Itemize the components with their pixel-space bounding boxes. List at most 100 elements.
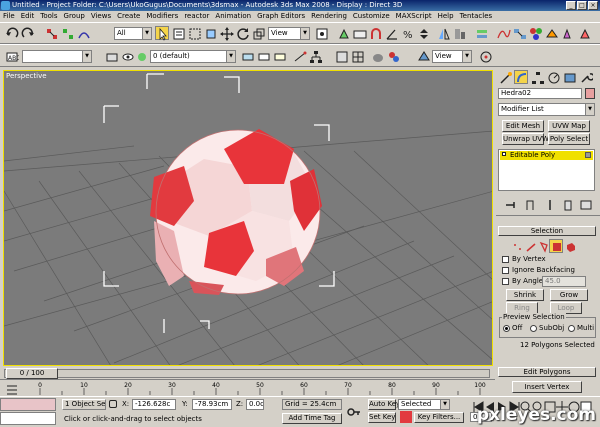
curve-editor-icon[interactable] — [496, 26, 511, 40]
layer-list-icon[interactable] — [104, 49, 118, 63]
snap-settings-icon[interactable] — [292, 49, 307, 63]
perspective-viewport[interactable]: Perspective — [3, 70, 493, 366]
key-mode-dropdown[interactable]: Selected ▼ — [398, 399, 450, 410]
uvw-map-button[interactable]: UVW Map — [548, 120, 590, 132]
hierarchy-icon[interactable] — [308, 49, 322, 63]
percent-snap-icon[interactable]: % — [400, 26, 414, 41]
y-coordinate-field[interactable]: -78.93cm — [192, 399, 232, 410]
menu-create[interactable]: Create — [114, 11, 143, 22]
render-setup-icon[interactable] — [544, 26, 558, 40]
menu-file[interactable]: File — [0, 11, 18, 22]
border-icon[interactable] — [536, 239, 550, 253]
auto-key-button[interactable]: Auto Key — [368, 399, 400, 410]
menu-views[interactable]: Views — [88, 11, 114, 22]
maxscript-listener-mini[interactable] — [0, 398, 56, 411]
object-color-swatch[interactable] — [585, 88, 595, 99]
modify-tab-icon[interactable] — [514, 70, 528, 84]
redo-icon[interactable] — [20, 26, 34, 40]
app-logo-icon[interactable] — [1, 1, 10, 10]
layer-dropdown[interactable]: 0 (default) ▼ — [150, 50, 236, 63]
scale-icon[interactable] — [251, 26, 265, 40]
set-key-button[interactable]: Set Key — [368, 412, 396, 423]
close-button[interactable]: × — [588, 1, 598, 10]
unwrap-uvw-button[interactable]: Unwrap UVW — [502, 133, 549, 145]
preview-multi-radio[interactable] — [568, 325, 575, 332]
poly-select-button[interactable]: Poly Select — [548, 133, 590, 145]
mini-curve-editor-icon[interactable] — [4, 381, 18, 395]
add-to-layer-icon[interactable] — [240, 49, 254, 63]
show-end-result-icon[interactable] — [522, 197, 536, 211]
eye-visibility-icon[interactable] — [120, 49, 134, 63]
pin-stack-icon[interactable] — [502, 197, 516, 211]
material-editor-icon[interactable] — [528, 26, 542, 40]
viewport-shade-icon[interactable] — [416, 49, 430, 63]
key-filters-button[interactable]: Key Filters... — [414, 412, 464, 423]
minimize-button[interactable]: _ — [566, 1, 576, 10]
object-name-field[interactable]: Hedra02 — [498, 88, 582, 99]
x-coordinate-field[interactable]: -126.628c — [132, 399, 176, 410]
preview-off-radio[interactable] — [503, 325, 510, 332]
polygon-icon[interactable] — [549, 239, 563, 253]
menu-customize[interactable]: Customize — [350, 11, 393, 22]
set-key-icon[interactable] — [346, 404, 360, 418]
bind-space-warp-icon[interactable] — [76, 26, 90, 40]
region-select-icon[interactable] — [187, 26, 201, 40]
edge-icon[interactable] — [523, 239, 537, 253]
utilities-tab-icon[interactable] — [578, 70, 593, 84]
select-in-layer-icon[interactable] — [256, 49, 270, 63]
add-time-tag-button[interactable]: Add Time Tag — [282, 413, 342, 424]
select-by-name-icon[interactable] — [171, 26, 185, 40]
key-filter-icon[interactable] — [400, 411, 412, 423]
create-tab-icon[interactable] — [498, 70, 512, 84]
grow-button[interactable]: Grow — [550, 289, 588, 301]
preview-subobj-radio[interactable] — [530, 325, 537, 332]
maxscript-input[interactable] — [0, 412, 56, 425]
time-slider-thumb[interactable]: 0 / 100 — [6, 368, 58, 379]
color-balls-icon[interactable] — [386, 49, 400, 63]
menu-maxscript[interactable]: MAXScript — [393, 11, 435, 22]
menu-edit[interactable]: Edit — [18, 11, 38, 22]
z-coordinate-field[interactable]: 0.0cm — [246, 399, 264, 410]
move-icon[interactable] — [219, 26, 234, 41]
configure-modifier-sets-icon[interactable] — [578, 197, 592, 211]
vertex-icon[interactable] — [510, 239, 524, 253]
align-icon[interactable] — [452, 26, 466, 40]
menu-rendering[interactable]: Rendering — [308, 11, 350, 22]
select-object-icon[interactable] — [155, 26, 169, 41]
named-selection-sets-dropdown[interactable]: ▼ — [22, 50, 92, 63]
remove-modifier-icon[interactable] — [560, 197, 574, 211]
angle-spinner[interactable]: 45.0 — [542, 276, 586, 287]
rotate-icon[interactable] — [235, 26, 249, 40]
reference-coordinate-dropdown[interactable]: View ▼ — [268, 27, 310, 40]
insert-vertex-button[interactable]: Insert Vertex — [512, 381, 582, 393]
menu-animation[interactable]: Animation — [212, 11, 254, 22]
quick-render-icon[interactable] — [578, 26, 592, 40]
select-manipulate-icon[interactable] — [336, 26, 350, 40]
view-dropdown[interactable]: View ▼ — [432, 50, 472, 63]
unlink-icon[interactable] — [60, 26, 74, 40]
edit-mesh-button[interactable]: Edit Mesh — [502, 120, 544, 132]
selection-rollout-header[interactable]: Selection — [498, 226, 596, 236]
keyboard-shortcut-icon[interactable] — [352, 26, 367, 40]
menu-reactor[interactable]: reactor — [181, 11, 212, 22]
angle-snap-icon[interactable] — [384, 26, 398, 40]
spinner-snap-icon[interactable] — [416, 26, 430, 40]
menu-graph-editors[interactable]: Graph Editors — [254, 11, 308, 22]
lock-selection-icon[interactable] — [109, 400, 117, 408]
schematic-view-icon[interactable] — [512, 26, 526, 40]
snaps-toggle-icon[interactable] — [368, 26, 382, 40]
mesh-icon[interactable] — [350, 49, 364, 63]
menu-modifiers[interactable]: Modifiers — [143, 11, 181, 22]
menu-help[interactable]: Help — [435, 11, 457, 22]
undo-icon[interactable] — [4, 26, 19, 40]
select-link-icon[interactable] — [44, 26, 58, 40]
hierarchy-tab-icon[interactable] — [530, 70, 544, 84]
element-icon[interactable] — [563, 239, 577, 253]
display-tab-icon[interactable] — [562, 70, 576, 84]
window-crossing-icon[interactable] — [203, 26, 217, 40]
orbit-icon[interactable] — [478, 49, 492, 63]
by-angle-checkbox[interactable] — [502, 278, 509, 285]
menu-group[interactable]: Group — [61, 11, 88, 22]
shrink-button[interactable]: Shrink — [506, 289, 544, 301]
stack-item-editable-poly[interactable]: Editable Poly — [500, 151, 593, 160]
